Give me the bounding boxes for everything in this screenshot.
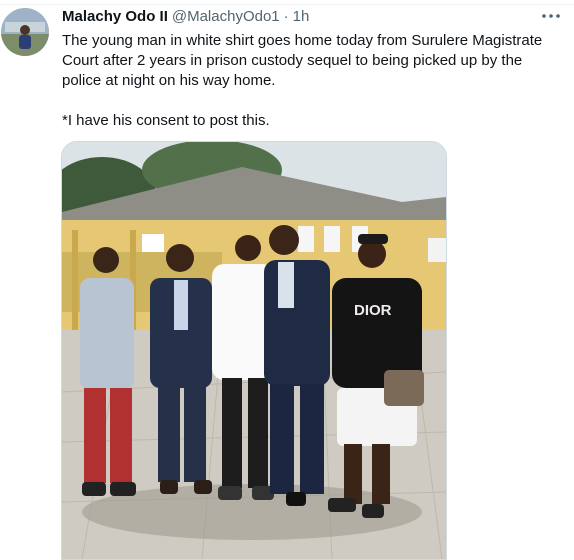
photo-shirt-print: DIOR [354, 302, 392, 319]
tweet-timestamp[interactable]: 1h [293, 8, 310, 25]
header-separator: · [283, 8, 289, 25]
ellipsis-icon[interactable] [538, 6, 564, 26]
more-options-icon [542, 14, 560, 18]
photo-scene: DIOR [62, 142, 446, 559]
tweet-text-consent: *I have his consent to post this. [62, 112, 270, 129]
photo-window [324, 226, 340, 252]
timeline-divider [0, 0, 574, 5]
tweet-photo[interactable]: DIOR [61, 141, 447, 560]
tweet-text-body: The young man in white shirt goes home t… [62, 32, 543, 89]
photo-window [428, 238, 446, 262]
author-name[interactable]: Malachy Odo II [62, 8, 168, 25]
avatar-image [1, 8, 49, 56]
tweet-text: The young man in white shirt goes home t… [62, 31, 562, 131]
author-handle[interactable]: @MalachyOdo1 [172, 8, 280, 25]
photo-window [298, 226, 314, 252]
photo-window [142, 234, 164, 252]
author-avatar[interactable] [1, 8, 49, 56]
tweet-header: Malachy Odo II @MalachyOdo1 · 1h [62, 8, 530, 28]
